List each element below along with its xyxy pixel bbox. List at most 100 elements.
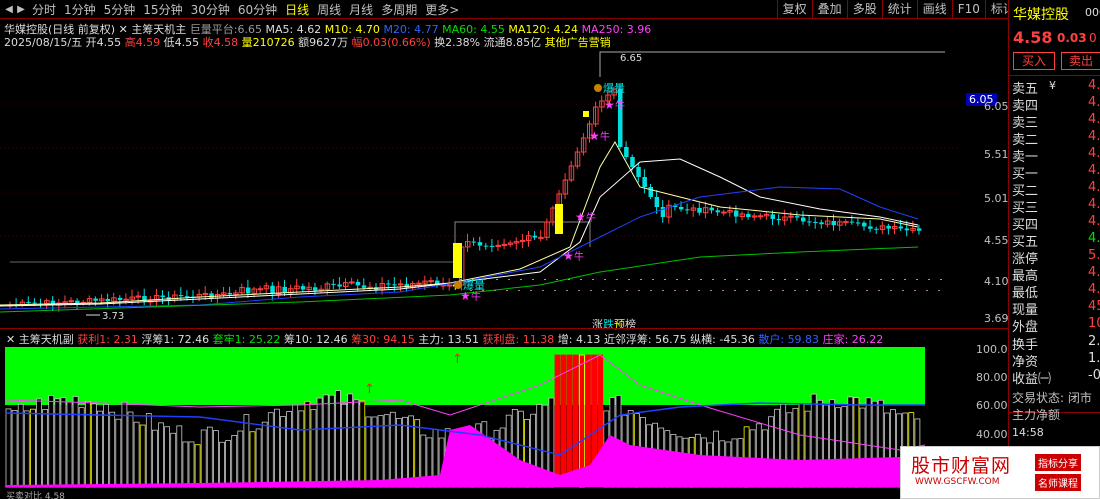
period-tab-0[interactable]: 分时 xyxy=(32,1,56,18)
candle-body xyxy=(227,292,233,295)
candle-body xyxy=(642,177,647,187)
chip-bar xyxy=(48,395,55,488)
tool-button-0[interactable]: 复权 xyxy=(776,0,812,19)
candle-body xyxy=(397,283,404,286)
chip-bar xyxy=(42,409,48,488)
chip-bar xyxy=(139,424,146,488)
book-row: 最高 4. xyxy=(1012,265,1100,284)
period-tab-5[interactable]: 60分钟 xyxy=(238,1,277,18)
chip-bar xyxy=(566,354,573,488)
candle-body xyxy=(746,213,751,218)
candle-body xyxy=(776,218,782,221)
chip-bar xyxy=(572,354,579,488)
pane-divider xyxy=(0,328,1008,329)
tool-button-5[interactable]: F10 xyxy=(951,0,985,19)
candle-body xyxy=(855,222,861,224)
candle-body xyxy=(105,298,111,302)
chip-bar xyxy=(176,425,183,488)
chip-bar xyxy=(151,429,158,488)
candle-body xyxy=(495,244,501,247)
candle-body xyxy=(471,241,477,243)
price-tick: 6.05 xyxy=(984,100,1009,113)
cow-label: 牛 xyxy=(586,211,596,224)
book-row: 买五 4. xyxy=(1012,231,1100,250)
book-value: 4. xyxy=(1088,78,1100,93)
tool-button-2[interactable]: 多股 xyxy=(846,0,882,19)
tool-button-1[interactable]: 叠加 xyxy=(811,0,847,19)
chip-distribution-chart[interactable]: ↑↑ xyxy=(0,345,960,491)
candle-body xyxy=(794,216,800,218)
chip-bar xyxy=(402,416,408,488)
period-tab-4[interactable]: 30分钟 xyxy=(191,1,230,18)
high-marker-label: 6.65 xyxy=(620,53,642,64)
chip-bar xyxy=(298,410,305,488)
chip-bar xyxy=(72,396,79,488)
sell-button[interactable]: 卖出 xyxy=(1061,52,1100,70)
chip-bar xyxy=(60,397,67,488)
chip-bar xyxy=(292,404,299,488)
candle-body xyxy=(245,287,251,294)
period-tab-2[interactable]: 5分钟 xyxy=(104,1,136,18)
candle-body xyxy=(270,285,275,295)
candle-body xyxy=(862,222,867,227)
period-tab-8[interactable]: 月线 xyxy=(349,1,373,18)
candle-body xyxy=(209,293,214,299)
tool-button-3[interactable]: 统计 xyxy=(881,0,917,19)
toolbar: ◀ ▶ 分时 1分钟 5分钟 15分钟 30分钟 60分钟 日线 周线 月线 多周期 更多> 复权 叠加… xyxy=(0,0,1100,19)
book-row: 收益㈠ -0.0 xyxy=(1012,368,1100,387)
candle-body xyxy=(202,292,209,295)
candlestick-chart[interactable]: 6.653.73★ 牛★ 牛★ 牛★ 牛★ 牛爆量爆量 xyxy=(0,47,960,327)
period-tab-7[interactable]: 周线 xyxy=(317,1,341,18)
period-tab-9[interactable]: 多周期 xyxy=(381,1,417,18)
cow-signal-icon: ★ xyxy=(604,98,615,112)
candle-body xyxy=(337,284,342,287)
candle-body xyxy=(757,215,764,218)
candle-body xyxy=(813,221,818,223)
prev-icon[interactable]: ◀ xyxy=(4,4,14,15)
candle-body xyxy=(636,167,641,177)
buy-button[interactable]: 买入 xyxy=(1013,52,1055,70)
candle-body xyxy=(392,284,397,286)
book-row: 买三 4. xyxy=(1012,197,1100,216)
chip-bar xyxy=(395,418,402,488)
next-icon[interactable]: ▶ xyxy=(16,4,26,15)
book-row: 买二 4. xyxy=(1012,180,1100,199)
candle-body xyxy=(843,221,849,224)
candle-body xyxy=(446,284,453,287)
chip-bar xyxy=(194,444,201,488)
watermark-title: 股市财富网 xyxy=(911,455,1012,477)
main-flow-label[interactable]: 主力净额 xyxy=(1012,406,1100,422)
tool-button-4[interactable]: 画线 xyxy=(916,0,952,19)
chip-bar xyxy=(212,430,219,488)
candle-body xyxy=(361,285,367,288)
candle-body xyxy=(868,226,873,229)
watermark-url: WWW.GSCFW.COM xyxy=(915,477,1000,487)
panel-percent: 0 xyxy=(1089,31,1097,45)
candle-body xyxy=(160,295,165,298)
chip-bar xyxy=(359,400,366,488)
candle-body xyxy=(618,89,623,147)
chip-bar xyxy=(560,354,567,488)
book-value: 4. xyxy=(1088,146,1100,161)
candle-body xyxy=(654,197,660,207)
candle-body xyxy=(679,206,684,210)
footer-status: 买卖对比 4.58 xyxy=(6,492,65,499)
book-row: 外盘 1067 xyxy=(1012,316,1100,335)
candle-body xyxy=(715,210,721,213)
signal-warn: 预 xyxy=(614,318,625,331)
period-tab-3[interactable]: 15分钟 xyxy=(143,1,182,18)
candle-body xyxy=(916,228,922,231)
book-row: 卖五 4. xyxy=(1012,78,1100,97)
period-tab-1[interactable]: 1分钟 xyxy=(64,1,96,18)
cow-signal-icon: ★ xyxy=(575,210,586,224)
candle-body xyxy=(886,225,891,229)
candle-body xyxy=(904,228,910,231)
chip-bar xyxy=(29,408,36,488)
period-tab-6[interactable]: 日线 xyxy=(285,1,309,18)
book-value: 4. xyxy=(1088,95,1100,110)
chip-bar xyxy=(249,431,256,488)
high-marker-line xyxy=(599,51,945,77)
candle-body xyxy=(32,302,37,304)
signal-up: 涨 xyxy=(592,318,603,331)
period-tab-10[interactable]: 更多> xyxy=(425,1,459,18)
